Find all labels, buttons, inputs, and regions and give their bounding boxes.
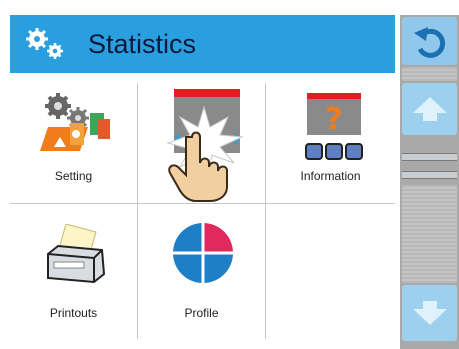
profile-icon [172,222,234,284]
scroll-track [402,185,457,283]
setting-icon [40,93,110,151]
gears-icon [26,28,63,59]
menu-item-label: Information [300,169,361,183]
svg-text:?: ? [325,102,342,137]
menu-item-setting[interactable]: Setting [10,83,138,204]
printer-icon [47,224,106,284]
back-icon [414,27,446,58]
hand-tap-icon [166,105,244,202]
menu-item-label: Profile [184,306,219,320]
scroll-track [402,67,457,81]
menu-item-label: Setting [54,169,93,183]
scroll-up-button[interactable] [402,83,457,135]
scroll-thumb[interactable] [402,153,457,161]
menu-item-printouts[interactable]: Printouts [10,204,138,339]
arrow-down-icon [413,301,447,325]
header-bar: Statistics [10,15,395,73]
page-title: Statistics [88,29,197,59]
scroll-down-button[interactable] [402,285,457,341]
arrow-up-icon [413,97,447,121]
menu-item-profile[interactable]: Profile [138,204,266,339]
menu-item-empty [266,204,395,339]
menu-item-label: Printouts [49,306,98,320]
scroll-thumb-lower [402,171,457,179]
information-icon: ? [305,93,363,160]
menu-item-reset[interactable] [138,83,266,204]
menu-grid: Setting ? Information Printouts Profile [10,83,395,339]
back-button[interactable] [402,17,457,65]
sidebar [400,15,459,349]
menu-item-information[interactable]: ? Information [266,83,395,204]
